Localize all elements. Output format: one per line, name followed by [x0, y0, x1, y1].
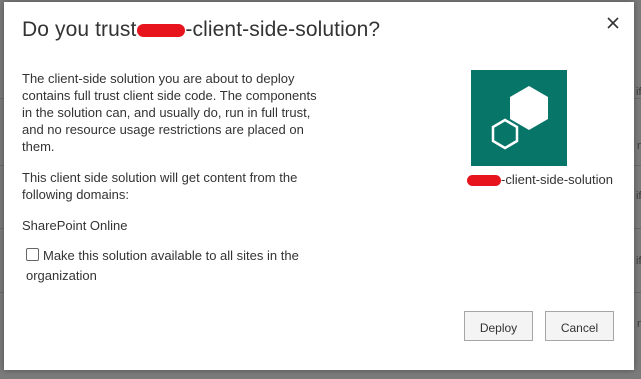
- cancel-button[interactable]: Cancel: [545, 311, 614, 341]
- background-text: n: [637, 318, 641, 330]
- background-text: ifi: [636, 86, 641, 98]
- domains-description: This client side solution will get conte…: [22, 170, 298, 202]
- redaction-mark: [137, 23, 186, 37]
- redaction-mark: [467, 175, 501, 187]
- deploy-button[interactable]: Deploy: [464, 311, 533, 341]
- dialog-title-suffix: -client-side-solution?: [185, 18, 381, 41]
- tenant-deploy-option[interactable]: Make this solution available to all site…: [26, 246, 326, 286]
- tenant-deploy-checkbox[interactable]: [26, 248, 39, 261]
- tenant-deploy-label[interactable]: Make this solution available to all site…: [26, 248, 299, 283]
- solution-tile: [471, 70, 567, 166]
- domain-item: SharePoint Online: [22, 218, 128, 233]
- trust-solution-dialog: Do you trust -client-side-solution? The c…: [4, 2, 634, 370]
- close-button[interactable]: [604, 14, 622, 32]
- background-text: ifi: [636, 190, 641, 202]
- background-text: n: [637, 140, 641, 152]
- background-text: ifi: [636, 255, 641, 267]
- solution-name: -client-side-solution: [467, 172, 613, 187]
- dialog-title-prefix: Do you trust: [22, 18, 137, 41]
- app-package-icon: [490, 86, 548, 151]
- dialog-title: Do you trust -client-side-solution?: [22, 18, 380, 42]
- solution-name-suffix: -client-side-solution: [501, 172, 613, 187]
- close-icon: [607, 17, 619, 29]
- trust-description: The client-side solution you are about t…: [22, 71, 317, 154]
